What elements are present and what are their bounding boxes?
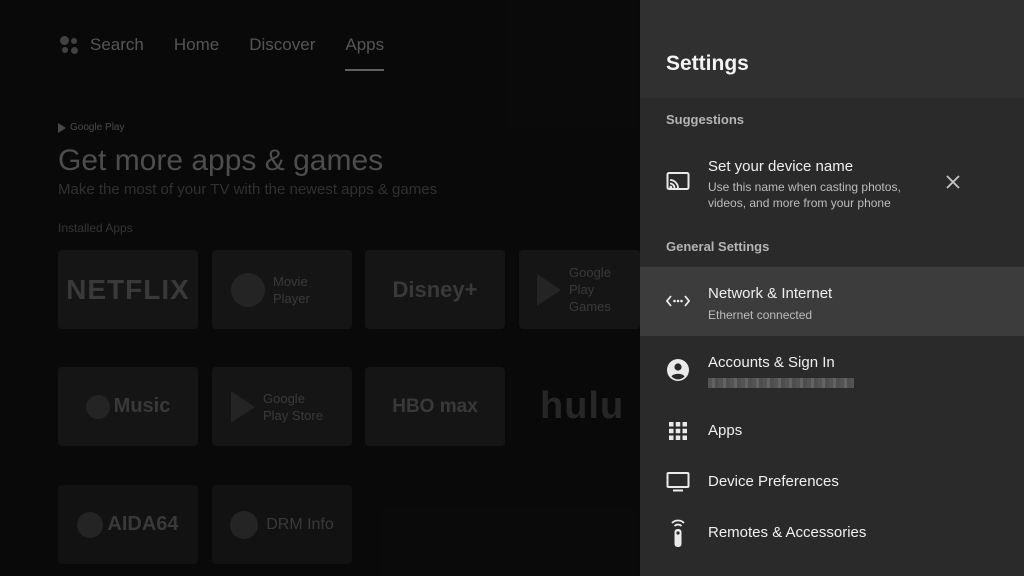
network-icon (666, 289, 690, 313)
top-navigation: Search Home Discover Apps (58, 34, 414, 71)
play-games-icon (537, 273, 561, 306)
assistant-icon[interactable] (58, 34, 80, 56)
settings-item-apps[interactable]: Apps (640, 410, 1024, 452)
settings-item-device-preferences[interactable]: Device Preferences (640, 461, 1024, 503)
dismiss-suggestion-close-icon[interactable] (943, 172, 963, 192)
promo-title: Get more apps & games (58, 144, 384, 177)
redacted-account-email (708, 378, 854, 388)
drm-info-label: DRM Info (266, 516, 334, 533)
general-settings-heading: General Settings (666, 239, 770, 254)
settings-item-remotes[interactable]: Remotes & Accessories (640, 512, 1024, 554)
app-tile-drm-info[interactable]: DRM Info (212, 485, 352, 564)
app-tile-play-store[interactable]: Google Play Store (212, 367, 352, 446)
app-tile-movie-player[interactable]: Movie Player (212, 250, 352, 329)
music-icon (85, 394, 110, 419)
launcher-background: Search Home Discover Apps Google Play Ge… (0, 0, 640, 576)
suggestion-subtitle: Use this name when casting photos, video… (708, 180, 901, 210)
play-store-label: Google Play Store (263, 390, 323, 423)
disney-label: Disney+ (392, 276, 478, 302)
promo-subtitle: Make the most of your TV with the newest… (58, 181, 438, 198)
nav-apps[interactable]: Apps (345, 35, 384, 71)
settings-item-label: Device Preferences (708, 473, 839, 490)
settings-item-label: Network & Internet (708, 285, 833, 302)
nav-search[interactable]: Search (90, 35, 144, 55)
google-play-badge: Google Play (58, 122, 124, 133)
settings-item-label: Accounts & Sign In (708, 354, 835, 371)
tv-icon (666, 470, 690, 494)
app-tile-music[interactable]: Music (58, 367, 198, 446)
settings-item-accounts[interactable]: Accounts & Sign In (640, 340, 1024, 400)
google-play-icon (58, 122, 66, 133)
cast-icon (666, 170, 690, 194)
apps-grid-icon (666, 419, 690, 443)
play-games-label: Google Play Games (569, 265, 611, 314)
settings-item-sublabel: Ethernet connected (708, 308, 813, 322)
google-play-label: Google Play (70, 122, 125, 133)
movie-player-icon (231, 272, 265, 307)
netflix-label: NETFLIX (66, 273, 190, 305)
aida64-label: AIDA64 (107, 513, 179, 535)
account-icon (666, 358, 690, 382)
app-tile-disney[interactable]: Disney+ (365, 250, 505, 329)
installed-apps-label: Installed Apps (58, 221, 133, 235)
app-tile-aida64[interactable]: AIDA64 (58, 485, 198, 564)
app-tile-play-games[interactable]: Google Play Games (519, 250, 640, 329)
app-tile-hbomax[interactable]: HBO max (365, 367, 505, 446)
suggestions-heading: Suggestions (666, 112, 745, 127)
settings-header: Settings (640, 0, 1024, 98)
settings-panel: Settings Suggestions Set your device nam… (640, 0, 1024, 576)
settings-item-label: Apps (708, 422, 743, 439)
aida64-gear-icon (77, 511, 104, 538)
suggestion-device-name[interactable]: Set your device name Use this name when … (640, 150, 1024, 216)
hbomax-label: HBO max (392, 395, 478, 417)
settings-title: Settings (666, 52, 749, 75)
settings-item-label: Remotes & Accessories (708, 524, 867, 541)
nav-discover[interactable]: Discover (249, 35, 315, 55)
suggestion-title: Set your device name (708, 158, 854, 175)
movie-player-label: Movie Player (273, 273, 310, 306)
play-store-icon (231, 390, 255, 423)
music-label: Music (113, 395, 171, 417)
app-tile-netflix[interactable]: NETFLIX (58, 250, 198, 329)
app-tile-hulu[interactable]: hulu (540, 385, 624, 428)
remote-icon (666, 518, 690, 548)
nav-home[interactable]: Home (174, 35, 219, 55)
settings-item-network[interactable]: Network & Internet Ethernet connected (640, 267, 1024, 336)
drm-info-icon (230, 510, 259, 539)
